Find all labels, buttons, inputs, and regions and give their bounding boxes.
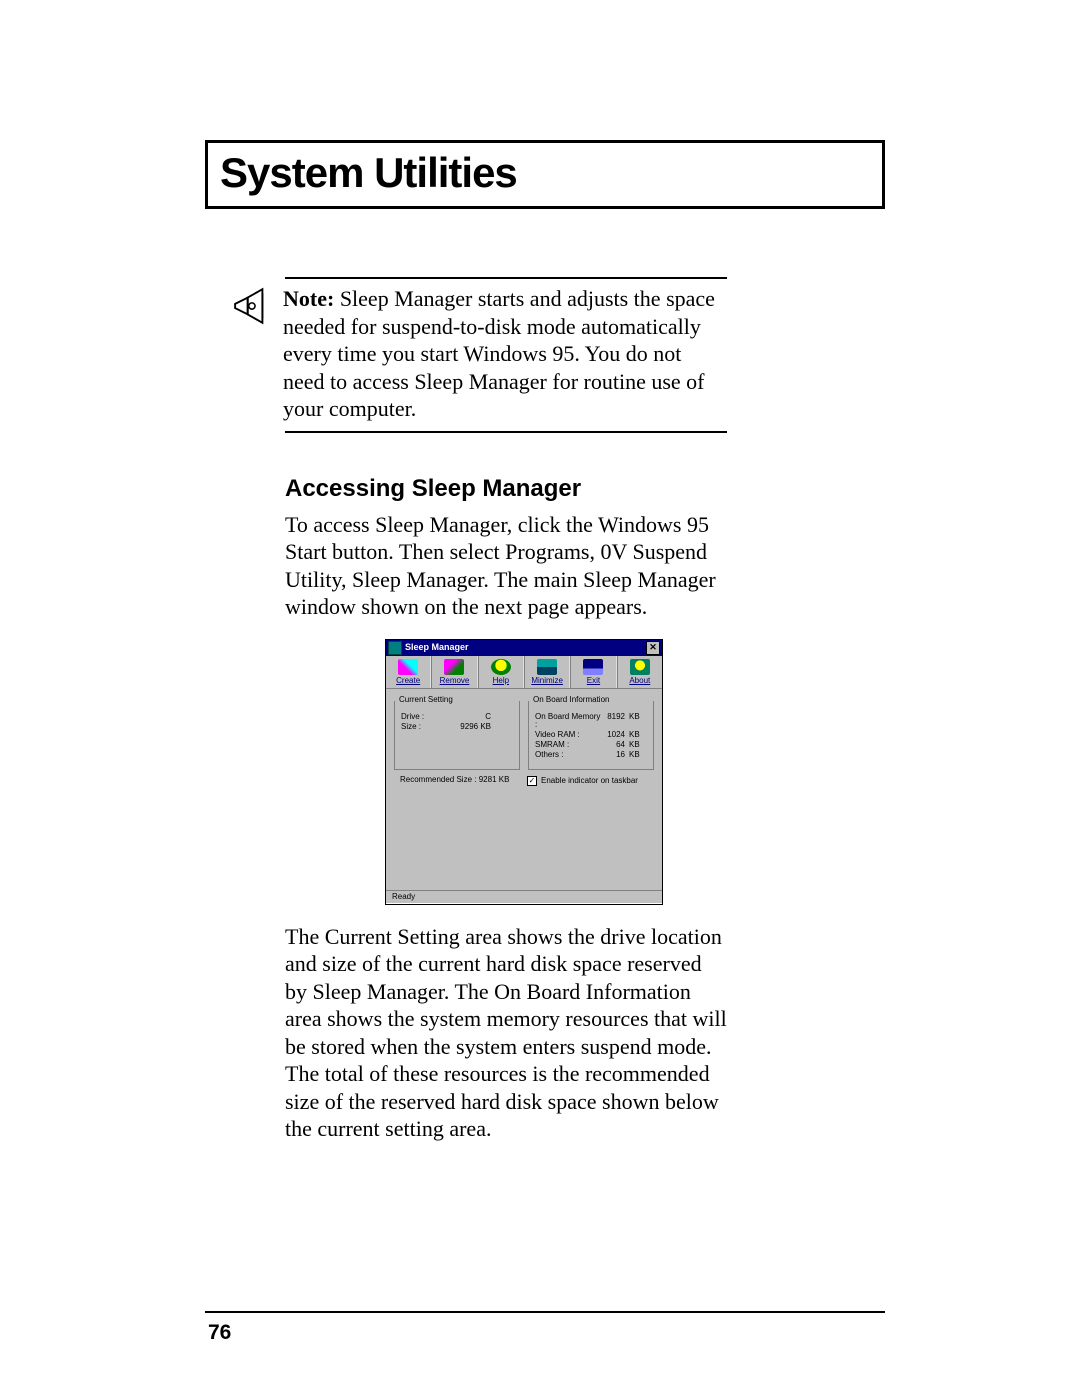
- size-label: Size :: [401, 723, 454, 731]
- onboard-row-unit: KB: [629, 741, 647, 749]
- onboard-row: Others : 16 KB: [535, 751, 647, 759]
- recommended-row: Recommended Size : 9281 KB ✓ Enable indi…: [386, 770, 662, 790]
- drive-value: C: [485, 713, 491, 721]
- about-icon: [630, 659, 650, 675]
- onboard-row-unit: KB: [629, 731, 647, 739]
- note-body: Sleep Manager starts and adjusts the spa…: [283, 286, 715, 421]
- close-button[interactable]: ✕: [646, 641, 660, 655]
- window-body: Current Setting Drive : C Size : 9296 KB…: [386, 689, 662, 770]
- minimize-icon: [537, 659, 557, 675]
- toolbar-remove-button[interactable]: Remove: [431, 656, 477, 688]
- exit-icon: [583, 659, 603, 675]
- note-text: Note: Sleep Manager starts and adjusts t…: [283, 279, 727, 431]
- section-heading: Accessing Sleep Manager: [285, 475, 885, 503]
- toolbar-help-button[interactable]: Help: [478, 656, 524, 688]
- onboard-row-unit: KB: [629, 751, 647, 759]
- toolbar-minimize-button[interactable]: Minimize: [524, 656, 570, 688]
- toolbar-minimize-label: Minimize: [531, 676, 563, 685]
- note-block: Note: Sleep Manager starts and adjusts t…: [285, 277, 727, 433]
- onboard-info-legend: On Board Information: [531, 696, 611, 704]
- toolbar-create-label: Create: [396, 676, 420, 685]
- onboard-row: On Board Memory : 8192 KB: [535, 713, 647, 729]
- onboard-row: Video RAM : 1024 KB: [535, 731, 647, 739]
- toolbar-remove-label: Remove: [440, 676, 470, 685]
- onboard-row-value: 64: [616, 741, 625, 749]
- onboard-row-value: 1024: [607, 731, 625, 739]
- onboard-row-unit: KB: [629, 713, 647, 729]
- document-page: System Utilities Note: Sleep Manager sta…: [0, 0, 1080, 1397]
- chapter-title-box: System Utilities: [205, 140, 885, 209]
- paragraph-explain: The Current Setting area shows the drive…: [285, 923, 727, 1143]
- toolbar-exit-button[interactable]: Exit: [570, 656, 616, 688]
- onboard-row-label: SMRAM :: [535, 741, 610, 749]
- onboard-row-label: On Board Memory :: [535, 713, 601, 729]
- window-blank-area: [386, 790, 662, 890]
- sleep-manager-window: Sleep Manager ✕ Create Remove Help Minim…: [385, 639, 663, 905]
- app-icon: [388, 641, 402, 655]
- toolbar-about-label: About: [629, 676, 650, 685]
- toolbar-exit-label: Exit: [587, 676, 600, 685]
- status-text: Ready: [392, 892, 415, 901]
- onboard-row-value: 16: [616, 751, 625, 759]
- recommended-size-label: Recommended Size :: [400, 775, 476, 784]
- status-bar: Ready: [386, 890, 662, 904]
- toolbar-about-button[interactable]: About: [617, 656, 662, 688]
- window-titlebar[interactable]: Sleep Manager ✕: [386, 640, 662, 656]
- recommended-size-value: 9281 KB: [479, 775, 510, 784]
- footer-rule: [205, 1311, 885, 1313]
- onboard-row: SMRAM : 64 KB: [535, 741, 647, 749]
- help-icon: [491, 659, 511, 675]
- window-title: Sleep Manager: [405, 643, 646, 652]
- create-icon: [398, 659, 418, 675]
- enable-indicator-checkbox[interactable]: ✓: [527, 776, 537, 786]
- note-label: Note:: [283, 286, 334, 311]
- onboard-row-label: Video RAM :: [535, 731, 601, 739]
- paragraph-intro: To access Sleep Manager, click the Windo…: [285, 511, 727, 621]
- remove-icon: [444, 659, 464, 675]
- size-value: 9296 KB: [460, 723, 491, 731]
- onboard-row-label: Others :: [535, 751, 610, 759]
- toolbar-help-label: Help: [493, 676, 509, 685]
- onboard-info-group: On Board Information On Board Memory : 8…: [528, 701, 654, 770]
- drive-label: Drive :: [401, 713, 479, 721]
- toolbar: Create Remove Help Minimize Exit About: [386, 656, 662, 689]
- toolbar-create-button[interactable]: Create: [386, 656, 431, 688]
- current-setting-group: Current Setting Drive : C Size : 9296 KB: [394, 701, 520, 770]
- current-setting-legend: Current Setting: [397, 696, 455, 704]
- close-icon: ✕: [649, 643, 657, 652]
- enable-indicator-option[interactable]: ✓ Enable indicator on taskbar: [527, 776, 654, 786]
- onboard-row-value: 8192: [607, 713, 625, 729]
- chapter-title: System Utilities: [220, 149, 870, 197]
- megaphone-icon: [233, 279, 283, 431]
- enable-indicator-label: Enable indicator on taskbar: [541, 777, 638, 785]
- page-number: 76: [208, 1321, 231, 1345]
